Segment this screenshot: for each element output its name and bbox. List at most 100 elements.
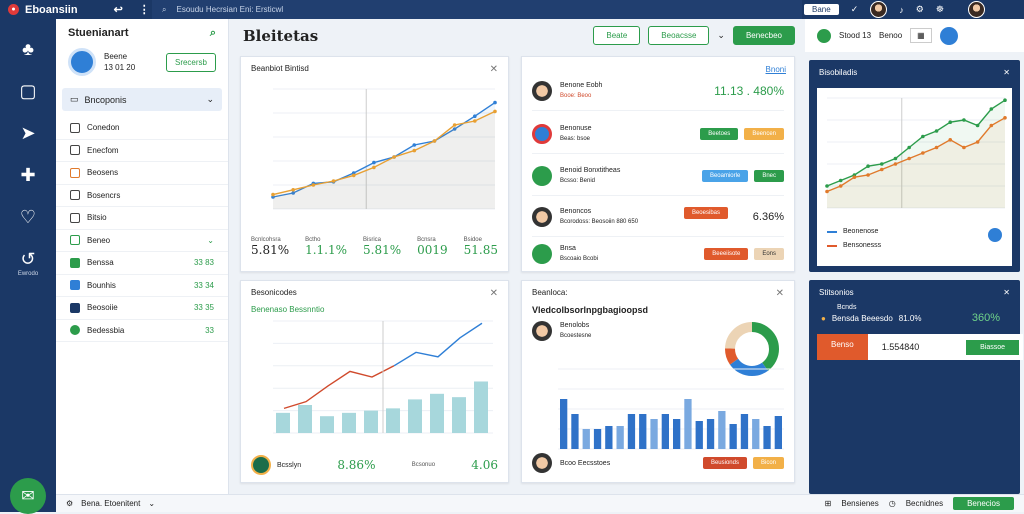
info-icon[interactable] — [939, 26, 958, 45]
item-count: 33 35 — [193, 303, 214, 313]
chevron-down-icon[interactable]: ⌄ — [148, 499, 155, 508]
sidebar-item[interactable]: Bounhis 33 34 — [56, 275, 228, 297]
data-point — [392, 155, 396, 159]
bell-icon[interactable]: ♪ — [899, 5, 904, 15]
item-sub: Bcsso: Benid — [560, 177, 596, 184]
item-button-2[interactable]: Eons — [754, 248, 784, 260]
data-point — [866, 173, 870, 177]
item-button-2[interactable]: Bnec — [754, 169, 784, 182]
avatar[interactable] — [870, 1, 888, 18]
header-button-3[interactable]: Benecbeo — [732, 26, 795, 45]
search-bar[interactable]: ⌕ Esoudu Hecrsian Eni: Ersticwl — [152, 0, 802, 19]
bottom-button-1[interactable]: Bensienes — [841, 499, 878, 508]
grid-icon: ⊞ — [824, 499, 832, 508]
item-button-1[interactable]: Beetoes — [700, 127, 739, 140]
bar — [740, 414, 749, 449]
data-point — [962, 118, 966, 122]
list-item[interactable]: Benoncos Bcorodoss: Beosoiin 880 650 6.36… — [532, 197, 784, 237]
expand-icon[interactable] — [988, 228, 1002, 242]
user-avatar[interactable] — [967, 1, 985, 18]
right-top-bar: Stood 13 Benoo ▦ — [805, 19, 1024, 52]
panel-button-1[interactable]: Benso — [817, 334, 868, 360]
chat-button[interactable]: ✉ — [10, 478, 46, 514]
sidebar-item[interactable]: Beosoiie 33 35 — [56, 297, 228, 320]
avatar[interactable] — [68, 48, 96, 76]
sidebar-item-label: Enecfom — [87, 145, 119, 155]
list-item[interactable]: Benoid Bonxtitheas Bcsso: Benid Beoamiorl… — [532, 156, 784, 196]
sidebar-item[interactable]: Beneo ⌄ — [56, 230, 228, 252]
item-name: Benoncos — [560, 207, 592, 215]
avatar — [532, 321, 552, 341]
header-button-2[interactable]: Beoacsse — [648, 26, 710, 45]
avatar — [532, 206, 552, 227]
settings-icon[interactable]: ⚙ — [66, 499, 73, 508]
bar-chart — [558, 368, 784, 450]
data-point — [412, 148, 417, 153]
sidebar-item[interactable]: Benssa 33 83 — [56, 252, 228, 275]
avatar — [532, 80, 552, 101]
bar — [661, 414, 669, 449]
list-item[interactable]: Benonuse Beas: bsoe Beetoes Beencen — [532, 114, 784, 154]
gear-icon[interactable]: ⚙ — [916, 4, 924, 15]
close-icon[interactable]: ✕ — [490, 64, 498, 75]
card-button-1[interactable]: Beusionds — [702, 457, 747, 469]
bar — [452, 397, 466, 433]
item-button-1[interactable]: Beeeiisote — [704, 248, 749, 260]
bar — [752, 419, 760, 449]
bar — [684, 399, 692, 449]
legend-label: Beonenose — [843, 228, 879, 235]
data-point — [975, 140, 980, 144]
header-button-1[interactable]: Beate — [593, 26, 641, 45]
send-icon[interactable]: ➤ — [16, 123, 40, 143]
settings-icon[interactable]: ☸ — [936, 4, 944, 15]
item-icon — [70, 122, 80, 133]
bottom-button-3[interactable]: Benecios — [953, 497, 1014, 510]
heart-icon[interactable]: ♡ — [16, 207, 40, 227]
bottom-button-2[interactable]: Becnidnes — [906, 499, 943, 508]
bar — [571, 414, 579, 449]
profile-button[interactable]: Srecersb — [165, 52, 216, 72]
legend-swatch — [827, 230, 837, 233]
close-icon[interactable]: ✕ — [1003, 288, 1010, 297]
chevron-down-icon[interactable]: ⌄ — [717, 30, 725, 41]
panel-button-2[interactable]: Biassoe — [966, 339, 1019, 355]
card-button-2[interactable]: Bicon — [752, 457, 784, 469]
search-icon[interactable]: ⌕ — [210, 27, 216, 40]
sidebar-item[interactable]: Bosencrs — [56, 185, 228, 207]
tree-icon[interactable]: ♣ — [16, 39, 40, 59]
data-point — [866, 164, 870, 168]
line-chart — [825, 97, 1007, 209]
search-input[interactable]: Esoudu Hecrsian Eni: Ersticwl — [176, 5, 283, 14]
close-icon[interactable]: ✕ — [490, 288, 498, 299]
item-button-1[interactable]: Beoesibas — [683, 207, 728, 219]
inbox-icon[interactable]: ▢ — [16, 81, 40, 101]
back-icon[interactable]: ↩ — [114, 3, 123, 16]
close-icon[interactable]: ✕ — [776, 288, 784, 299]
menu-icon[interactable]: ⋮ — [139, 3, 150, 16]
sidebar-item[interactable]: Bedessbia 33 — [56, 320, 228, 342]
chevron-down-icon: ⌄ — [206, 94, 214, 104]
check-icon[interactable]: ✓ — [851, 4, 859, 15]
close-icon[interactable]: ✕ — [1003, 68, 1010, 77]
sidebar-item-label: Bedessbia — [87, 325, 125, 335]
history-icon[interactable]: ↺ — [16, 249, 40, 269]
puzzle-icon[interactable]: ✚ — [16, 165, 40, 185]
item-button-1[interactable]: Beoamiorle — [701, 169, 749, 182]
section-header[interactable]: ▭ Bncoponis ⌄ — [62, 88, 222, 111]
list-item[interactable]: Bnsa Bscoaio Bcobi Beeeiisote Eons — [532, 234, 784, 274]
status-icon — [532, 123, 552, 144]
calendar-icon[interactable]: ▦ — [910, 28, 932, 43]
sidebar-item[interactable]: Conedon — [56, 117, 228, 140]
chart-card-1: Beanbiot Bintisd ✕ Bcnlcohsra 5.81% Bctho 1… — [240, 56, 509, 272]
sidebar-item[interactable]: Bitsio — [56, 207, 228, 230]
sidebar-item[interactable]: Enecfom — [56, 140, 228, 162]
sidebar-item[interactable]: Beosens — [56, 162, 228, 185]
bar — [695, 421, 703, 449]
list-item[interactable]: Benone Eobh Booe: Beoo 11.13 . 480% — [532, 71, 784, 111]
data-point — [311, 183, 316, 187]
topbar-chip[interactable]: Bane — [804, 4, 839, 15]
bar — [276, 412, 290, 433]
app-logo[interactable]: ● Eboansiin ↩ ⋮ — [0, 3, 150, 16]
panel-value: 1.554840 — [881, 342, 920, 352]
item-button-2[interactable]: Beencen — [744, 127, 784, 140]
